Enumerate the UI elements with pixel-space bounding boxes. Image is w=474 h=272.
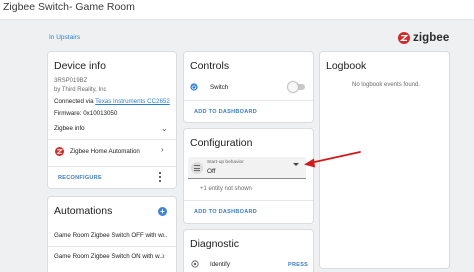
divider (48, 246, 176, 247)
window-title: Zigbee Switch- Game Room (3, 1, 135, 13)
window-title-bar: Zigbee Switch- Game Room (0, 0, 474, 20)
chevron-right-icon: › (162, 230, 165, 239)
press-button[interactable]: PRESS (288, 262, 308, 268)
configuration-title: Configuration (190, 137, 253, 149)
device-info-title: Device info (54, 60, 106, 72)
diagnostic-card: Diagnostic Identify PRESS (184, 230, 313, 272)
automations-title: Automations (54, 205, 113, 217)
divider (48, 166, 176, 167)
toggle-knob[interactable] (288, 82, 298, 92)
device-manufacturer: by Third Reality, Inc (54, 87, 107, 93)
add-automation-button[interactable]: + (158, 207, 167, 216)
startup-behavior-label: Start-up behavior (207, 160, 244, 165)
connected-via-label: Connected via (54, 98, 94, 105)
switch-label: Switch (210, 84, 229, 91)
divider (184, 200, 313, 201)
zigbee-info-expander[interactable]: Zigbee info (54, 125, 85, 132)
integration-label: Zigbee Home Automation (70, 148, 140, 155)
zigbee-wordmark: zigbee (413, 32, 450, 44)
divider (48, 139, 176, 140)
controls-title: Controls (190, 60, 230, 72)
add-to-dashboard-button[interactable]: ADD TO DASHBOARD (194, 209, 257, 215)
zigbee-brand: zigbee (398, 31, 449, 45)
dropdown-arrow-icon[interactable] (293, 163, 299, 166)
startup-behavior-select[interactable]: Start-up behavior Off (188, 157, 306, 179)
zigbee-logo-icon (398, 32, 410, 44)
reconfigure-button[interactable]: RECONFIGURE (58, 175, 102, 181)
coordinator-link[interactable]: Texas Instruments CC2652 (95, 98, 170, 105)
automations-card: Automations Game Room Zigbee Switch OFF … (48, 197, 176, 272)
chevron-right-icon: › (161, 145, 164, 154)
annotation-arrow (304, 151, 361, 168)
logbook-title: Logbook (326, 60, 367, 72)
switch-toggle[interactable] (288, 82, 305, 92)
identify-icon (191, 260, 199, 268)
chevron-right-icon: › (162, 251, 165, 260)
zigbee-integration-icon (55, 147, 64, 156)
logbook-empty-message: No logbook events found. (352, 82, 421, 88)
integration-row[interactable]: Zigbee Home Automation › (48, 145, 176, 160)
connected-via: Connected via Texas Instruments CC2652 (54, 98, 170, 105)
breadcrumb-area-link[interactable]: In Upstairs (49, 34, 80, 41)
device-model: 3RSP019BZ (54, 78, 88, 84)
list-icon (191, 162, 203, 174)
hidden-entities-toggle[interactable]: +1 entity not shown (200, 186, 252, 192)
more-options-icon[interactable] (159, 172, 161, 182)
startup-behavior-value: Off (207, 168, 216, 175)
power-icon (190, 83, 198, 91)
divider (184, 100, 313, 101)
device-info-card: Device info 3RSP019BZ by Third Reality, … (48, 52, 176, 188)
diagnostic-title: Diagnostic (190, 238, 240, 250)
identify-label: Identify (210, 261, 230, 268)
firmware-version: Firmware: 0x10013050 (54, 110, 118, 117)
automation-item[interactable]: Game Room Zigbee Switch ON with w... (54, 253, 164, 260)
add-to-dashboard-button[interactable]: ADD TO DASHBOARD (194, 109, 257, 115)
automation-item[interactable]: Game Room Zigbee Switch OFF with w... (54, 232, 167, 239)
chevron-down-icon[interactable]: ⌄ (161, 124, 168, 133)
